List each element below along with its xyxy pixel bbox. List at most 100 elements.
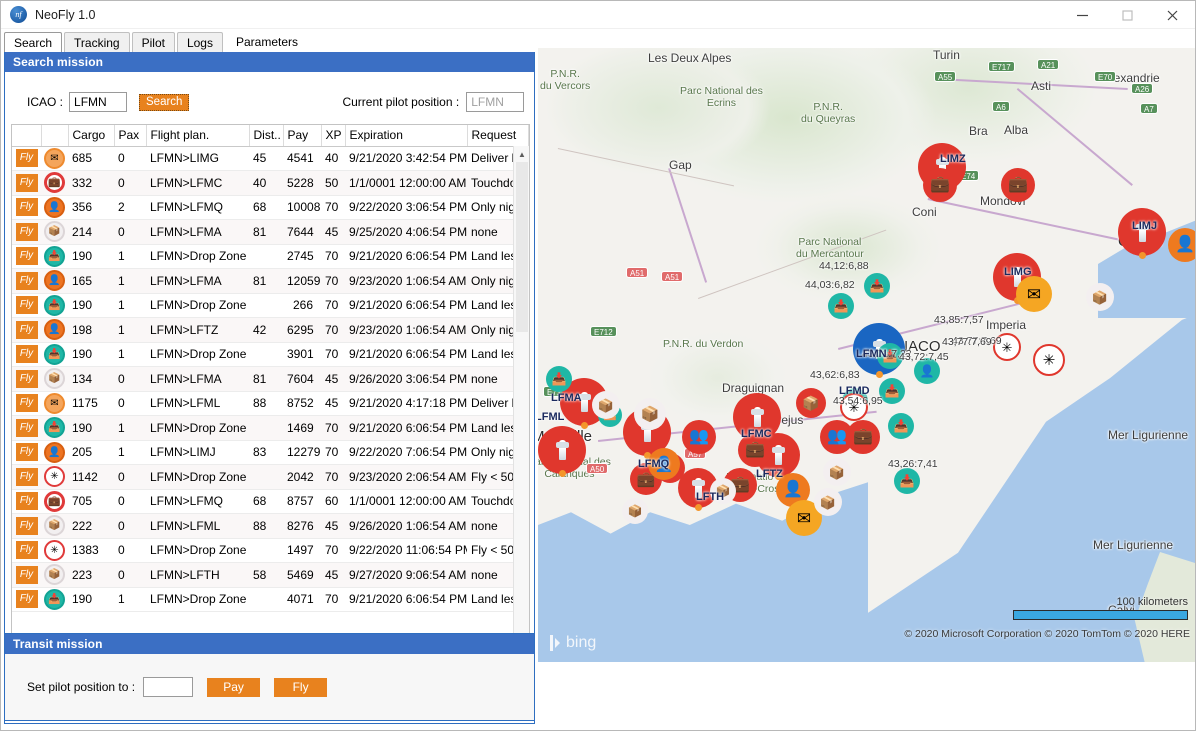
row-fly-button[interactable]: Fly <box>15 467 38 486</box>
fly-button-cell[interactable]: Fly <box>12 293 41 318</box>
col-pay[interactable]: Pay <box>283 125 322 147</box>
map-mission-marker[interactable]: 📦 <box>823 458 851 486</box>
map-mission-marker[interactable]: 📥 <box>828 293 854 319</box>
col-request[interactable]: Request <box>467 125 529 147</box>
row-fly-button[interactable]: Fly <box>15 369 38 388</box>
fly-button-cell[interactable]: Fly <box>12 268 41 294</box>
row-fly-button[interactable]: Fly <box>15 418 38 437</box>
table-row[interactable]: Fly 📦 222 0 LFMN>LFML 88 8276 45 9/26/2020 1:06:… <box>12 513 529 539</box>
fly-button-cell[interactable]: Fly <box>12 489 41 514</box>
transit-position-input[interactable] <box>143 677 194 697</box>
table-row[interactable]: Fly ✳11420LFMN>Drop Zone 14 2042709/23/202… <box>12 464 529 490</box>
row-fly-button[interactable]: Fly <box>15 565 38 584</box>
pilot-position-input[interactable] <box>466 92 525 112</box>
table-row[interactable]: Fly 📦 214 0 LFMN>LFMA 81 7644 45 9/25/2020 4:06:… <box>12 219 529 245</box>
table-row[interactable]: Fly 📥1901LFMN>Drop Zone 27 4071709/21/2020… <box>12 587 529 612</box>
col-expiration[interactable]: Expiration <box>345 125 468 147</box>
fly-button-cell[interactable]: Fly <box>12 366 41 392</box>
map-mission-marker[interactable]: 📥 <box>894 468 920 494</box>
fly-button-cell[interactable]: Fly <box>12 342 41 367</box>
row-fly-button[interactable]: Fly <box>15 541 38 560</box>
minimize-button[interactable] <box>1060 1 1105 29</box>
fly-button-cell[interactable]: Fly <box>12 146 41 171</box>
table-row[interactable]: Fly 💼 332 0 LFMN>LFMC 40 5228 50 1/1/0001 12:00:… <box>12 170 529 196</box>
col-pax[interactable]: Pax <box>114 125 147 147</box>
fly-button-cell[interactable]: Fly <box>12 391 41 416</box>
table-row[interactable]: Fly ✉ 1175 0 LFMN>LFML 88 8752 45 9/21/2020 4:17… <box>12 391 529 416</box>
row-fly-button[interactable]: Fly <box>15 590 38 609</box>
row-fly-button[interactable]: Fly <box>15 516 38 535</box>
row-fly-button[interactable]: Fly <box>15 394 38 413</box>
row-fly-button[interactable]: Fly <box>15 198 38 217</box>
fly-button-cell[interactable]: Fly <box>12 464 41 490</box>
table-row[interactable]: Fly 📦 134 0 LFMN>LFMA 81 7604 45 9/26/2020 3:06:… <box>12 366 529 392</box>
table-row[interactable]: Fly 👤 356 2 LFMN>LFMQ 68 10008 70 9/22/2020 3:06… <box>12 195 529 220</box>
table-row[interactable]: Fly 👤 198 1 LFMN>LFTZ 42 6295 70 9/23/2020 1:06:… <box>12 317 529 343</box>
row-fly-button[interactable]: Fly <box>15 345 38 364</box>
row-fly-button[interactable]: Fly <box>15 149 38 168</box>
map-mission-marker[interactable]: ✉ <box>1016 276 1052 312</box>
row-fly-button[interactable]: Fly <box>15 222 38 241</box>
col-type-icon[interactable] <box>41 125 69 147</box>
bing-map[interactable]: Les Deux Alpes P.N.R. du Vercors Parc Nati… <box>538 48 1195 662</box>
map-mission-marker[interactable]: 📦 <box>634 398 666 430</box>
row-fly-button[interactable]: Fly <box>15 173 38 192</box>
map-mission-marker[interactable]: 💼 <box>1001 168 1035 202</box>
row-fly-button[interactable]: Fly <box>15 296 38 315</box>
fly-button-cell[interactable]: Fly <box>12 562 41 588</box>
fly-button-cell[interactable]: Fly <box>12 317 41 343</box>
tab-logs[interactable]: Logs <box>176 32 223 52</box>
fly-button-cell[interactable]: Fly <box>12 219 41 245</box>
vertical-scroll-thumb[interactable] <box>516 162 528 332</box>
map-mission-marker[interactable]: 👥 <box>682 420 716 454</box>
tab-tracking[interactable]: Tracking <box>64 32 130 52</box>
map-mission-marker[interactable]: 💼 <box>846 420 880 454</box>
col-cargo[interactable]: Cargo <box>68 125 115 147</box>
map-mission-marker[interactable]: 📦 <box>796 388 826 418</box>
maximize-button[interactable] <box>1105 1 1150 29</box>
table-row[interactable]: Fly ✳13830LFMN>Drop Zone 10 1497709/22/202… <box>12 538 529 563</box>
tab-parameters[interactable]: Parameters <box>225 32 307 52</box>
col-xp[interactable]: XP <box>321 125 346 147</box>
map-mission-marker[interactable]: 📦 <box>622 498 648 524</box>
row-fly-button[interactable]: Fly <box>15 271 38 290</box>
table-row[interactable]: Fly 📥 190 1 LFMN>Drop Zone 2 266 70 9/21/2020 6… <box>12 293 529 318</box>
tab-search[interactable]: Search <box>4 32 63 52</box>
map-mission-marker[interactable]: 📥 <box>546 366 572 392</box>
table-row[interactable]: Fly ✉ 685 0 LFMN>LIMG 45 4541 40 9/21/2020 3:42:… <box>12 146 529 171</box>
map-airport-marker[interactable] <box>1118 208 1166 256</box>
table-row[interactable]: Fly 📥1901LFMN>Drop Zone 10 1469709/21/2020… <box>12 415 529 441</box>
row-fly-button[interactable]: Fly <box>15 320 38 339</box>
fly-button-cell[interactable]: Fly <box>12 440 41 465</box>
close-button[interactable] <box>1150 1 1195 29</box>
fly-button-cell[interactable]: Fly <box>12 244 41 269</box>
row-fly-button[interactable]: Fly <box>15 443 38 462</box>
fly-button-cell[interactable]: Fly <box>12 170 41 196</box>
table-row[interactable]: Fly 📥1901LFMN>Drop Zone 26 3901709/21/2020… <box>12 342 529 367</box>
table-row[interactable]: Fly 💼 705 0 LFMN>LFMQ 68 8757 60 1/1/0001 12:00:… <box>12 489 529 514</box>
map-mission-marker[interactable]: 💼 <box>923 168 957 202</box>
row-fly-button[interactable]: Fly <box>15 492 38 511</box>
fly-button[interactable]: Fly <box>274 677 328 697</box>
map-mission-marker[interactable]: 📦 <box>1086 283 1114 311</box>
map-mission-marker[interactable]: 📦 <box>592 391 620 419</box>
col-dist[interactable]: Dist.. <box>249 125 284 147</box>
search-button[interactable]: Search <box>139 93 190 111</box>
table-row[interactable]: Fly 👤 165 1 LFMN>LFMA 81 12059 70 9/23/2020 1:06… <box>12 268 529 294</box>
col-fly[interactable] <box>12 125 42 147</box>
fly-button-cell[interactable]: Fly <box>12 415 41 441</box>
table-row[interactable]: Fly 📥1901LFMN>Drop Zone 19 2745709/21/2020… <box>12 244 529 269</box>
scroll-up-icon[interactable]: ▲ <box>514 146 529 162</box>
fly-button-cell[interactable]: Fly <box>12 513 41 539</box>
icao-input[interactable] <box>69 92 128 112</box>
row-fly-button[interactable]: Fly <box>15 247 38 266</box>
tab-pilot[interactable]: Pilot <box>131 32 175 52</box>
pay-button[interactable]: Pay <box>207 677 261 697</box>
map-mission-marker[interactable]: 📥 <box>864 273 890 299</box>
table-row[interactable]: Fly 📦 223 0 LFMN>LFTH 58 5469 45 9/27/2020 9:06:… <box>12 562 529 588</box>
col-flight-plan[interactable]: Flight plan. <box>146 125 250 147</box>
fly-button-cell[interactable]: Fly <box>12 587 41 612</box>
map-mission-marker[interactable]: 📦 <box>814 488 842 516</box>
map-airport-marker[interactable] <box>538 426 586 474</box>
map-mission-marker[interactable]: 📥 <box>888 413 914 439</box>
